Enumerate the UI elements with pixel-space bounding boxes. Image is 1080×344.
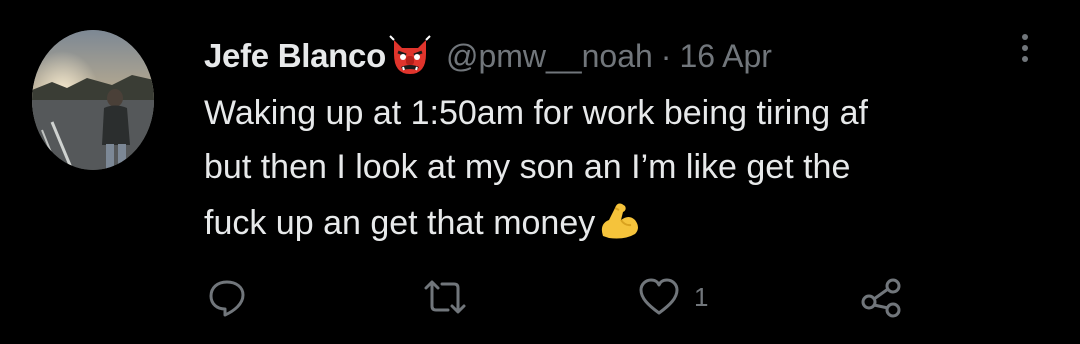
tweet-text-line: but then I look at my son an I’m like ge… [204,148,851,186]
like-button[interactable]: 1 [638,272,708,322]
separator-dot: · [660,37,672,74]
tweet-header: Jefe Blanco @pmw__noah · 16 Apr [204,30,1044,82]
retweet-icon [424,280,466,314]
tweet-text: Waking up at 1:50am for work being tirin… [204,86,1044,250]
share-icon [861,278,901,318]
tweet-date[interactable]: 16 Apr [679,38,772,75]
like-count: 1 [694,281,709,312]
tweet-actions: 1 [0,272,1080,322]
tweet-text-line: fuck up an get that money [204,194,1044,250]
display-name[interactable]: Jefe Blanco [204,37,386,75]
goblin-mask-emoji-icon [388,34,432,78]
retweet-button[interactable] [422,272,468,322]
heart-icon [639,278,679,315]
avatar[interactable] [32,30,154,170]
avatar-photo [32,30,154,170]
share-button[interactable] [860,272,902,322]
flexed-biceps-emoji-icon [595,194,643,242]
user-handle[interactable]: @pmw__noah [446,38,653,75]
tweet[interactable]: Jefe Blanco @pmw__noah · 16 Apr Waking u… [0,0,1080,344]
tweet-text-line-content: fuck up an get that money [204,204,596,242]
reply-button[interactable] [206,272,248,322]
reply-icon [209,280,245,317]
more-options-icon[interactable] [1010,32,1040,66]
tweet-text-line: Waking up at 1:50am for work being tirin… [204,94,868,132]
tweet-body: Jefe Blanco @pmw__noah · 16 Apr Waking u… [204,30,1044,250]
